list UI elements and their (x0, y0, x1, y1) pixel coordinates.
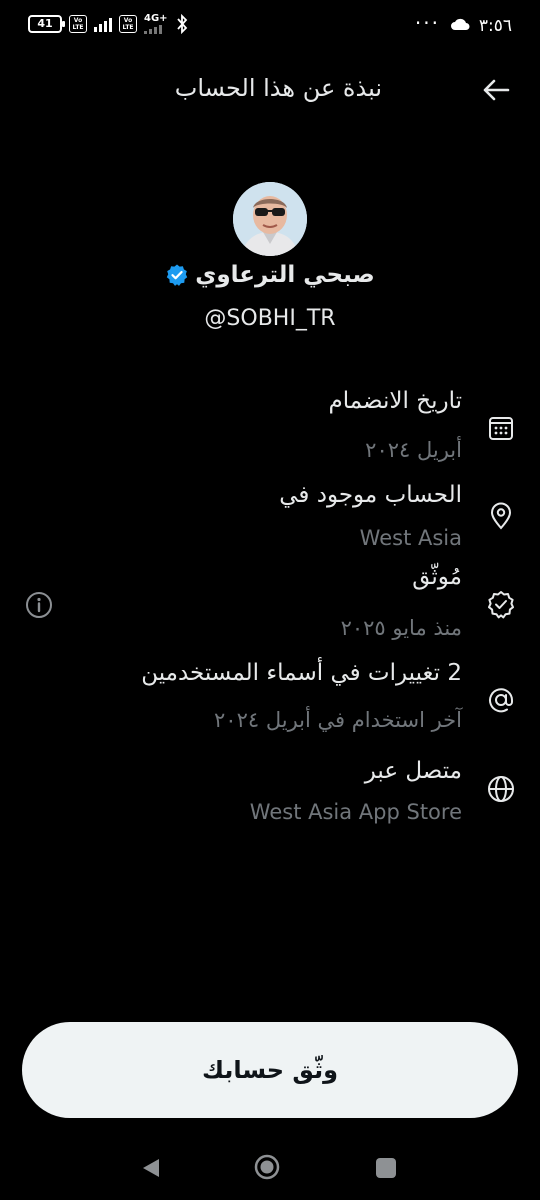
info-value-verified: منذ مايو ٢٠٢٥ (340, 616, 462, 640)
signal-icon (94, 16, 112, 32)
avatar[interactable] (233, 182, 307, 256)
clock: ٣:٥٦ (478, 16, 512, 36)
verify-account-label: وثّق حسابك (201, 1056, 338, 1084)
cloud-icon (451, 18, 470, 30)
info-value-connected-via: West Asia App Store (249, 800, 462, 824)
info-title-joined: تاريخ الانضمام (328, 388, 462, 414)
more-notifications-icon: ··· (414, 11, 440, 35)
status-bar: 41 Vo LTE Vo LTE 4G+ ··· ٣:٥٦ (0, 0, 540, 52)
at-sign-icon (489, 688, 513, 713)
page-title: نبذة عن هذا الحساب (174, 74, 382, 102)
back-arrow-icon[interactable] (480, 76, 512, 104)
network-label: 4G+ (144, 13, 168, 24)
info-value-location: West Asia (359, 526, 462, 550)
info-title-location: الحساب موجود في (279, 482, 462, 508)
network-type: 4G+ (144, 14, 168, 34)
bluetooth-icon (176, 14, 187, 34)
system-nav-bar (0, 1140, 540, 1200)
display-name: صبحي الترعاوي (195, 262, 375, 288)
avatar-image (233, 182, 307, 256)
display-name-row: صبحي الترعاوي (0, 262, 540, 288)
location-pin-icon (490, 502, 512, 530)
status-left-icons: 41 Vo LTE Vo LTE 4G+ (28, 14, 189, 34)
calendar-icon (489, 417, 513, 440)
signal-icon-2 (144, 24, 162, 34)
verify-account-button[interactable]: وثّق حسابك (22, 1022, 518, 1118)
battery-icon: 41 (28, 15, 65, 33)
volte-icon: Vo LTE (69, 15, 87, 33)
verified-badge-icon (488, 591, 514, 619)
volte-icon-2: Vo LTE (119, 15, 137, 33)
info-title-username-changes: 2 تغييرات في أسماء المستخدمين (141, 660, 462, 686)
nav-home-icon[interactable] (254, 1154, 280, 1180)
info-value-joined: أبريل ٢٠٢٤ (365, 438, 462, 462)
verified-badge-icon[interactable] (165, 263, 189, 287)
info-title-connected-via: متصل عبر (364, 758, 462, 784)
nav-back-icon[interactable] (140, 1156, 162, 1180)
header: نبذة عن هذا الحساب (0, 52, 540, 128)
info-icon[interactable] (25, 591, 53, 619)
account-handle: @SOBHI_TR (204, 306, 336, 331)
info-value-username-changes: آخر استخدام في أبريل ٢٠٢٤ (214, 708, 462, 732)
globe-icon (488, 776, 514, 802)
nav-recents-icon[interactable] (376, 1158, 396, 1178)
info-title-verified: مُوثّق (412, 564, 462, 590)
